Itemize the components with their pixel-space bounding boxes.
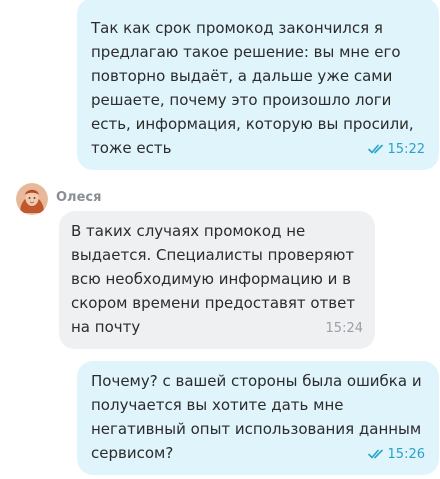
message-text: В таких случаях промокод не выдается. Сп… — [71, 222, 356, 336]
message-time: 15:22 — [387, 142, 425, 157]
message-text: Так как срок промокод закончился я предл… — [91, 19, 414, 157]
double-check-icon — [367, 144, 383, 153]
double-check-icon — [367, 449, 383, 458]
avatar-photo — [16, 183, 48, 215]
sender-avatar[interactable] — [16, 183, 48, 215]
chat-thread: Так как срок промокод закончился я предл… — [0, 0, 440, 479]
incoming-message-bubble[interactable]: В таких случаях промокод не выдается. Сп… — [59, 211, 375, 349]
sender-name: Олеся — [56, 190, 102, 205]
message-meta: 15:26 — [367, 443, 425, 467]
outgoing-message-bubble[interactable]: Так как срок промокод закончился я предл… — [77, 0, 439, 170]
message-time: 15:26 — [387, 447, 425, 462]
message-meta: 15:22 — [367, 138, 425, 162]
message-time: 15:24 — [325, 321, 363, 336]
outgoing-message-bubble[interactable]: Почему? с вашей стороны была ошибка и по… — [77, 361, 439, 475]
